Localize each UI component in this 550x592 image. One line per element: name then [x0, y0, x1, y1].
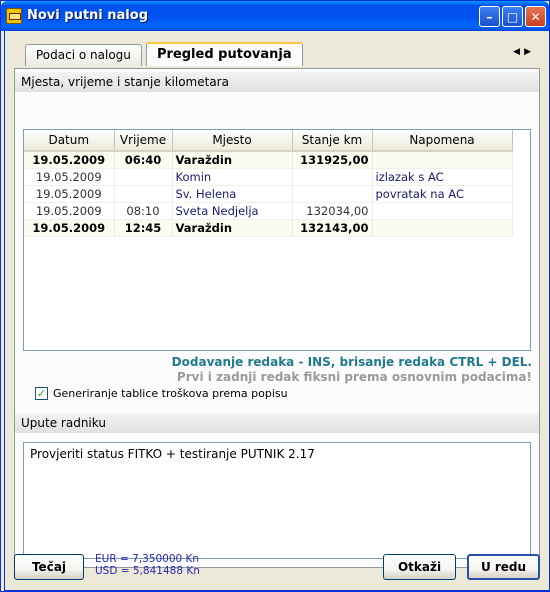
ok-button[interactable]: U redu [467, 554, 540, 580]
column-header-datum[interactable]: Datum [24, 130, 115, 152]
cell-stanje-km[interactable]: 132143,00 [292, 219, 373, 237]
cell-datum[interactable]: 19.05.2009 [24, 219, 115, 237]
exchange-rate-button[interactable]: Tečaj [14, 554, 84, 580]
eur-rate: EUR = 7,350000 Kn [95, 553, 200, 565]
cell-stanje-km[interactable] [292, 168, 373, 186]
generate-costs-checkbox[interactable]: ✓ [35, 387, 48, 400]
cell-datum[interactable]: 19.05.2009 [24, 168, 115, 186]
cell-datum[interactable]: 19.05.2009 [24, 151, 115, 169]
cell-stanje-km[interactable]: 132034,00 [292, 202, 373, 220]
column-header-vrijeme[interactable]: Vrijeme [114, 130, 173, 152]
cell-mjesto[interactable]: Varaždin [172, 219, 293, 237]
cell-mjesto[interactable]: Sv. Helena [172, 185, 293, 203]
hint-fixed-rows: Prvi i zadnji redak fiksni prema osnovni… [176, 370, 532, 384]
exchange-rates: EUR = 7,350000 Kn USD = 5,841488 Kn [95, 553, 200, 577]
grid-header-row: Datum Vrijeme Mjesto Stanje km Napomena [24, 130, 513, 152]
tab-right-arrow-icon[interactable]: ▶ [524, 47, 535, 57]
column-header-stanje-km[interactable]: Stanje km [292, 130, 373, 152]
title-bar[interactable]: Novi putni nalog – □ ✕ [1, 1, 549, 31]
maximize-icon: □ [506, 9, 519, 24]
generate-costs-checkbox-row[interactable]: ✓ Generiranje tablice troškova prema pop… [35, 387, 288, 400]
column-header-napomena[interactable]: Napomena [372, 130, 513, 152]
cell-mjesto[interactable]: Sveta Nedjelja [172, 202, 293, 220]
window-title: Novi putni nalog [27, 8, 148, 23]
travel-table: Datum Vrijeme Mjesto Stanje km Napomena … [24, 130, 513, 237]
table-row[interactable]: 19.05.2009 06:40 Varaždin 131925,00 [24, 151, 513, 169]
table-row[interactable]: 19.05.2009 Komin izlazak s AC [24, 168, 513, 186]
dialog-window: Novi putni nalog – □ ✕ Podaci o nalogu P… [0, 0, 550, 592]
checkmark-icon: ✓ [36, 387, 47, 400]
cell-stanje-km[interactable] [292, 185, 373, 203]
minimize-button[interactable]: – [479, 6, 500, 27]
hint-keyboard-shortcuts: Dodavanje redaka - INS, brisanje redaka … [171, 355, 532, 369]
cell-napomena[interactable] [372, 202, 513, 220]
section-notes-header: Upute radniku [15, 413, 539, 433]
cancel-button[interactable]: Otkaži [383, 554, 456, 580]
close-icon: ✕ [530, 9, 541, 24]
maximize-button[interactable]: □ [502, 6, 523, 27]
cell-vrijeme[interactable]: 06:40 [114, 151, 173, 169]
usd-rate: USD = 5,841488 Kn [95, 565, 200, 577]
cell-napomena[interactable]: povratak na AC [372, 185, 513, 203]
cell-napomena[interactable] [372, 151, 513, 169]
tab-left-arrow-icon[interactable]: ◀ [513, 47, 524, 57]
cell-vrijeme[interactable]: 08:10 [114, 202, 173, 220]
window-body: Podaci o nalogu Pregled putovanja ◀▶ Mje… [4, 31, 550, 591]
tab-podaci-o-nalogu[interactable]: Podaci o nalogu [25, 44, 142, 66]
column-header-mjesto[interactable]: Mjesto [172, 130, 293, 152]
cell-datum[interactable]: 19.05.2009 [24, 185, 115, 203]
tab-scroll-arrows[interactable]: ◀▶ [513, 47, 535, 57]
cell-mjesto[interactable]: Varaždin [172, 151, 293, 169]
table-row[interactable]: 19.05.2009 08:10 Sveta Nedjelja 132034,0… [24, 202, 513, 220]
travel-grid[interactable]: Datum Vrijeme Mjesto Stanje km Napomena … [23, 129, 531, 351]
table-row[interactable]: 19.05.2009 12:45 Varaždin 132143,00 [24, 219, 513, 237]
app-icon [6, 8, 22, 24]
cell-napomena[interactable]: izlazak s AC [372, 168, 513, 186]
generate-costs-label[interactable]: Generiranje tablice troškova prema popis… [53, 387, 288, 400]
close-button[interactable]: ✕ [525, 6, 546, 27]
cell-vrijeme[interactable]: 12:45 [114, 219, 173, 237]
cell-vrijeme[interactable] [114, 168, 173, 186]
tab-pregled-putovanja[interactable]: Pregled putovanja [146, 42, 303, 66]
cell-vrijeme[interactable] [114, 185, 173, 203]
cell-napomena[interactable] [372, 219, 513, 237]
worker-instructions-textarea[interactable]: Provjeriti status FITKO + testiranje PUT… [23, 442, 531, 559]
cell-stanje-km[interactable]: 131925,00 [292, 151, 373, 169]
section-km-header: Mjesta, vrijeme i stanje kilometara [15, 72, 539, 92]
cell-mjesto[interactable]: Komin [172, 168, 293, 186]
minimize-icon: – [486, 9, 493, 24]
cell-datum[interactable]: 19.05.2009 [24, 202, 115, 220]
table-row[interactable]: 19.05.2009 Sv. Helena povratak na AC [24, 185, 513, 203]
tab-panel: Mjesta, vrijeme i stanje kilometara Datu… [14, 68, 540, 568]
